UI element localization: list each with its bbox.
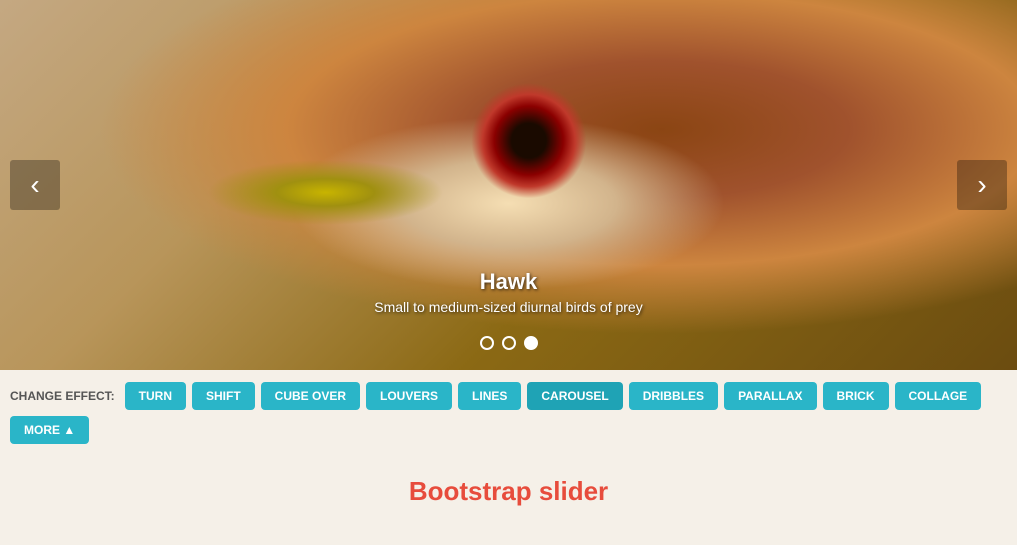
next-icon: › xyxy=(977,169,986,201)
effect-carousel-button[interactable]: CAROUSEL xyxy=(527,382,622,410)
page-title: Bootstrap slider xyxy=(10,476,1007,507)
carousel-description: Small to medium-sized diurnal birds of p… xyxy=(374,299,642,315)
carousel: ‹ › Hawk Small to medium-sized diurnal b… xyxy=(0,0,1017,370)
carousel-indicator-2[interactable] xyxy=(524,336,538,350)
carousel-indicator-0[interactable] xyxy=(480,336,494,350)
effect-cube-over-button[interactable]: CUBE OVER xyxy=(261,382,360,410)
carousel-indicators xyxy=(480,336,538,350)
prev-icon: ‹ xyxy=(30,169,39,201)
page-title-section: Bootstrap slider xyxy=(0,456,1017,517)
effect-louvers-button[interactable]: LOUVERS xyxy=(366,382,452,410)
effect-shift-button[interactable]: SHIFT xyxy=(192,382,255,410)
effect-parallax-button[interactable]: PARALLAX xyxy=(724,382,816,410)
carousel-title: Hawk xyxy=(374,269,642,295)
carousel-indicator-1[interactable] xyxy=(502,336,516,350)
carousel-next-button[interactable]: › xyxy=(957,160,1007,210)
effect-more-button[interactable]: MORE ▲ xyxy=(10,416,89,444)
effects-bar: CHANGE EFFECT: TURN SHIFT CUBE OVER LOUV… xyxy=(0,370,1017,456)
effect-collage-button[interactable]: COLLAGE xyxy=(895,382,982,410)
effect-lines-button[interactable]: LINES xyxy=(458,382,521,410)
carousel-prev-button[interactable]: ‹ xyxy=(10,160,60,210)
effect-brick-button[interactable]: BRICK xyxy=(823,382,889,410)
effect-dribbles-button[interactable]: DRIBBLES xyxy=(629,382,718,410)
carousel-caption: Hawk Small to medium-sized diurnal birds… xyxy=(374,269,642,315)
effects-label: CHANGE EFFECT: xyxy=(10,389,115,403)
effect-turn-button[interactable]: TURN xyxy=(125,382,186,410)
